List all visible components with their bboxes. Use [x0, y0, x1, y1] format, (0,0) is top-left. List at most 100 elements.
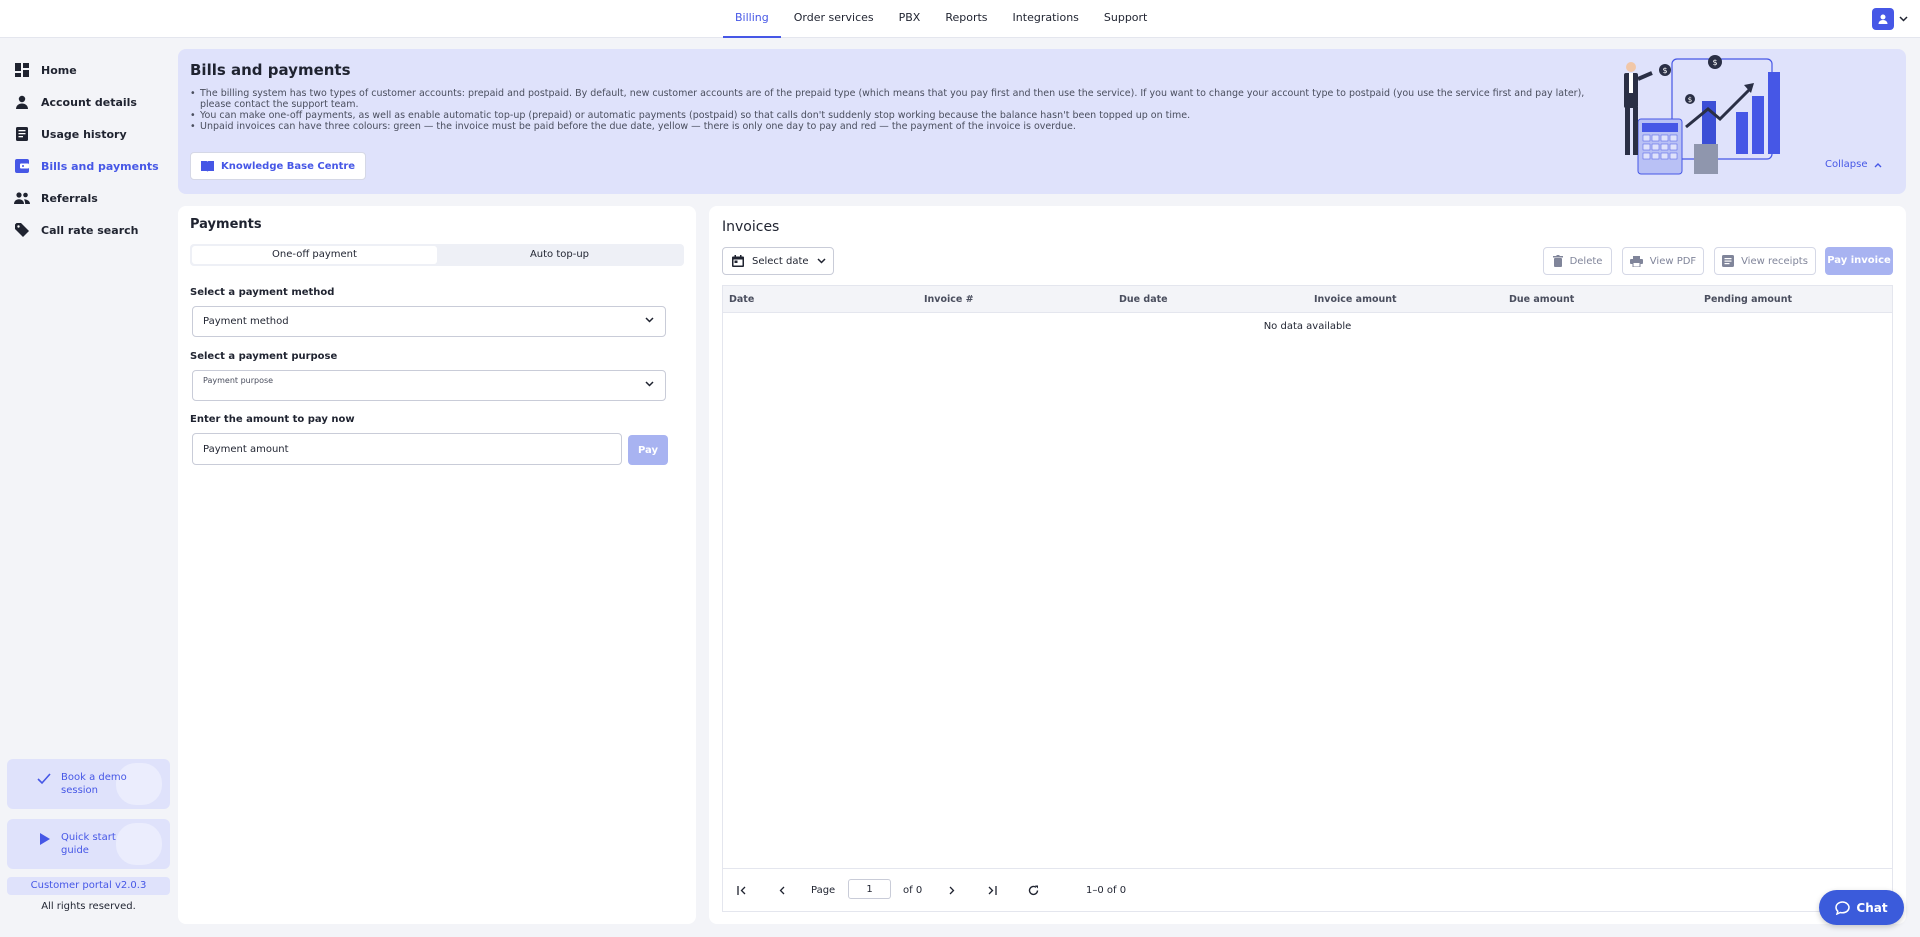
book-demo-label: Book a demo session — [61, 772, 127, 796]
first-page-icon[interactable] — [735, 883, 749, 897]
pagination: Page of 0 1–0 of 0 — [722, 869, 1893, 912]
banner-bullet: Unpaid invoices can have three colours: … — [190, 121, 1590, 132]
delete-button[interactable]: Delete — [1543, 247, 1612, 275]
knowledge-base-button[interactable]: Knowledge Base Centre — [190, 152, 367, 180]
tag-icon — [14, 222, 30, 238]
chat-bubble-icon — [1835, 900, 1851, 915]
delete-label: Delete — [1569, 255, 1603, 267]
tab-auto-top-up[interactable]: Auto top-up — [437, 246, 682, 264]
sidebar-item-label: Home — [41, 63, 77, 77]
payment-purpose-select[interactable]: Payment purpose — [192, 370, 666, 401]
sidebar-item-label: Call rate search — [41, 223, 139, 237]
sidebar-item-usage-history[interactable]: Usage history — [14, 124, 164, 144]
payment-method-value: Payment method — [203, 316, 289, 327]
tab-one-off-payment[interactable]: One-off payment — [192, 246, 437, 264]
play-icon — [40, 833, 50, 845]
wallet-icon — [14, 158, 30, 174]
invoices-panel: Invoices Select date Delete View PDF Vie… — [709, 206, 1906, 924]
view-pdf-label: View PDF — [1649, 255, 1697, 267]
refresh-icon[interactable] — [1026, 883, 1040, 897]
tab-integrations[interactable]: Integrations — [1001, 0, 1091, 38]
select-date-button[interactable]: Select date — [722, 247, 834, 275]
user-menu-button[interactable] — [1872, 8, 1908, 30]
tab-order-services[interactable]: Order services — [782, 0, 886, 38]
invoices-table: Date Invoice # Due date Invoice amount D… — [722, 285, 1893, 869]
trash-icon — [1552, 255, 1563, 267]
pay-button[interactable]: Pay — [628, 435, 668, 465]
chevron-down-icon — [817, 258, 826, 264]
payment-method-select[interactable]: Payment method — [192, 306, 666, 337]
person-icon — [14, 94, 30, 110]
calendar-icon — [732, 255, 744, 267]
book-demo-button[interactable]: Book a demo session — [7, 759, 170, 809]
tab-billing[interactable]: Billing — [723, 0, 781, 38]
payment-purpose-label: Select a payment purpose — [190, 351, 338, 362]
book-icon — [201, 160, 214, 172]
check-icon — [37, 773, 51, 785]
page-range: 1–0 of 0 — [1086, 885, 1127, 896]
banner-bullet: The billing system has two types of cust… — [190, 88, 1590, 110]
sidebar-item-referrals[interactable]: Referrals — [14, 188, 164, 208]
last-page-icon[interactable] — [985, 883, 999, 897]
chevron-up-icon — [1874, 162, 1882, 168]
next-page-icon[interactable] — [945, 883, 959, 897]
view-receipts-button[interactable]: View receipts — [1714, 247, 1816, 275]
quick-start-guide-button[interactable]: Quick start guide — [7, 819, 170, 869]
sidebar: Home Account details Usage history Bills… — [0, 38, 178, 937]
sidebar-item-label: Referrals — [41, 191, 98, 205]
sidebar-item-call-rate-search[interactable]: Call rate search — [14, 220, 164, 240]
no-data-message: No data available — [1263, 321, 1352, 332]
payment-purpose-value: Payment purpose — [203, 376, 274, 385]
payment-method-label: Select a payment method — [190, 287, 335, 298]
payment-amount-input[interactable] — [192, 433, 622, 465]
tab-pbx[interactable]: PBX — [887, 0, 933, 38]
banner-title: Bills and payments — [190, 61, 351, 79]
previous-page-icon[interactable] — [775, 883, 789, 897]
banner-bullets: The billing system has two types of cust… — [190, 88, 1590, 132]
rights-text: All rights reserved. — [41, 901, 136, 912]
select-date-label: Select date — [752, 255, 809, 267]
column-header-date[interactable]: Date — [729, 294, 754, 305]
svg-text:$: $ — [1688, 96, 1692, 104]
banner-bullet: You can make one-off payments, as well a… — [190, 110, 1590, 121]
payments-panel: Payments One-off payment Auto top-up Sel… — [178, 206, 696, 924]
sidebar-item-account-details[interactable]: Account details — [14, 92, 164, 112]
receipt-icon — [1722, 255, 1735, 267]
page-total: of 0 — [903, 885, 923, 896]
sidebar-item-label: Account details — [41, 95, 137, 109]
page-label: Page — [811, 885, 836, 896]
version-badge: Customer portal v2.0.3 — [7, 877, 170, 895]
chevron-down-icon — [645, 317, 654, 323]
document-icon — [14, 126, 30, 142]
invoices-title: Invoices — [722, 219, 780, 235]
chat-button[interactable]: Chat — [1819, 890, 1904, 925]
view-pdf-button[interactable]: View PDF — [1622, 247, 1704, 275]
collapse-label: Collapse — [1825, 159, 1868, 170]
top-navigation-bar: Billing Order services PBX Reports Integ… — [0, 0, 1920, 38]
tab-support[interactable]: Support — [1092, 0, 1159, 38]
knowledge-base-label: Knowledge Base Centre — [221, 160, 356, 172]
tab-reports[interactable]: Reports — [933, 0, 999, 38]
svg-text:$: $ — [1712, 58, 1717, 67]
people-icon — [14, 190, 30, 206]
billing-illustration: $ $ $ — [1624, 55, 1780, 175]
sidebar-item-home[interactable]: Home — [14, 60, 164, 80]
chat-label: Chat — [1856, 900, 1888, 915]
quick-start-label: Quick start guide — [61, 832, 116, 856]
page-number-input[interactable] — [848, 879, 891, 899]
amount-label: Enter the amount to pay now — [190, 414, 355, 425]
column-header-pending-amount[interactable]: Pending amount — [1704, 294, 1792, 305]
svg-text:$: $ — [1662, 66, 1667, 75]
table-header: Date Invoice # Due date Invoice amount D… — [723, 286, 1892, 313]
pay-invoice-button[interactable]: Pay invoice — [1825, 247, 1893, 275]
view-receipts-label: View receipts — [1741, 255, 1808, 267]
column-header-invoice-number[interactable]: Invoice # — [924, 294, 974, 305]
column-header-invoice-amount[interactable]: Invoice amount — [1314, 294, 1397, 305]
column-header-due-date[interactable]: Due date — [1119, 294, 1168, 305]
chevron-down-icon — [645, 381, 654, 387]
collapse-button[interactable]: Collapse — [1825, 159, 1882, 170]
sidebar-item-bills-and-payments[interactable]: Bills and payments — [14, 156, 164, 176]
payment-type-switch: One-off payment Auto top-up — [190, 244, 684, 266]
dashboard-icon — [14, 62, 30, 78]
column-header-due-amount[interactable]: Due amount — [1509, 294, 1574, 305]
